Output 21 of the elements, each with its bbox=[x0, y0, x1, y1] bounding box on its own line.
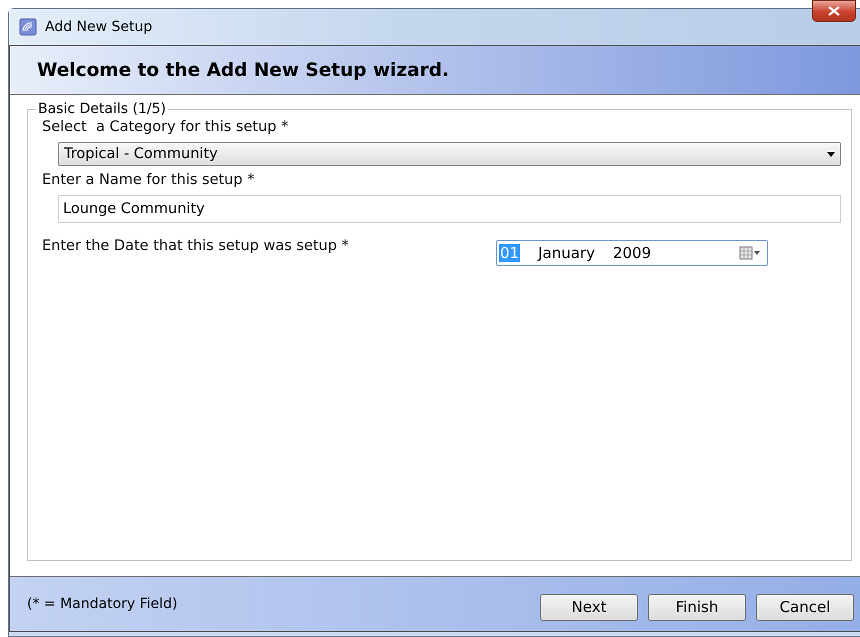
category-dropdown[interactable]: Tropical - Community bbox=[58, 142, 841, 166]
group-legend: Basic Details (1/5) bbox=[36, 101, 168, 117]
finish-button[interactable]: Finish bbox=[648, 594, 746, 620]
window-title: Add New Setup bbox=[45, 19, 152, 35]
field-label: Enter a Name for this setup * bbox=[42, 172, 256, 188]
close-icon bbox=[828, 6, 840, 16]
mandatory-note: (* = Mandatory Field) bbox=[27, 596, 178, 612]
day-value: 01 bbox=[499, 244, 520, 262]
next-button[interactable]: Next bbox=[540, 594, 638, 620]
calendar-icon bbox=[739, 246, 761, 260]
name-input-field[interactable]: Lounge Community bbox=[58, 195, 841, 223]
app-icon bbox=[19, 18, 37, 36]
cancel-button[interactable]: Cancel bbox=[756, 594, 854, 620]
date-picker[interactable]: 01 January 2009 bbox=[496, 240, 768, 266]
year-value: 2009 bbox=[612, 244, 652, 262]
dropdown-arrow-icon bbox=[827, 152, 835, 156]
month-value: January bbox=[538, 244, 595, 262]
close-button[interactable] bbox=[812, 0, 856, 22]
field-label: Enter the Date that this setup was setup * bbox=[42, 238, 350, 254]
field-label: Select a Category for this setup * bbox=[42, 119, 290, 135]
header-title: Welcome to the Add New Setup wizard. bbox=[37, 60, 450, 80]
